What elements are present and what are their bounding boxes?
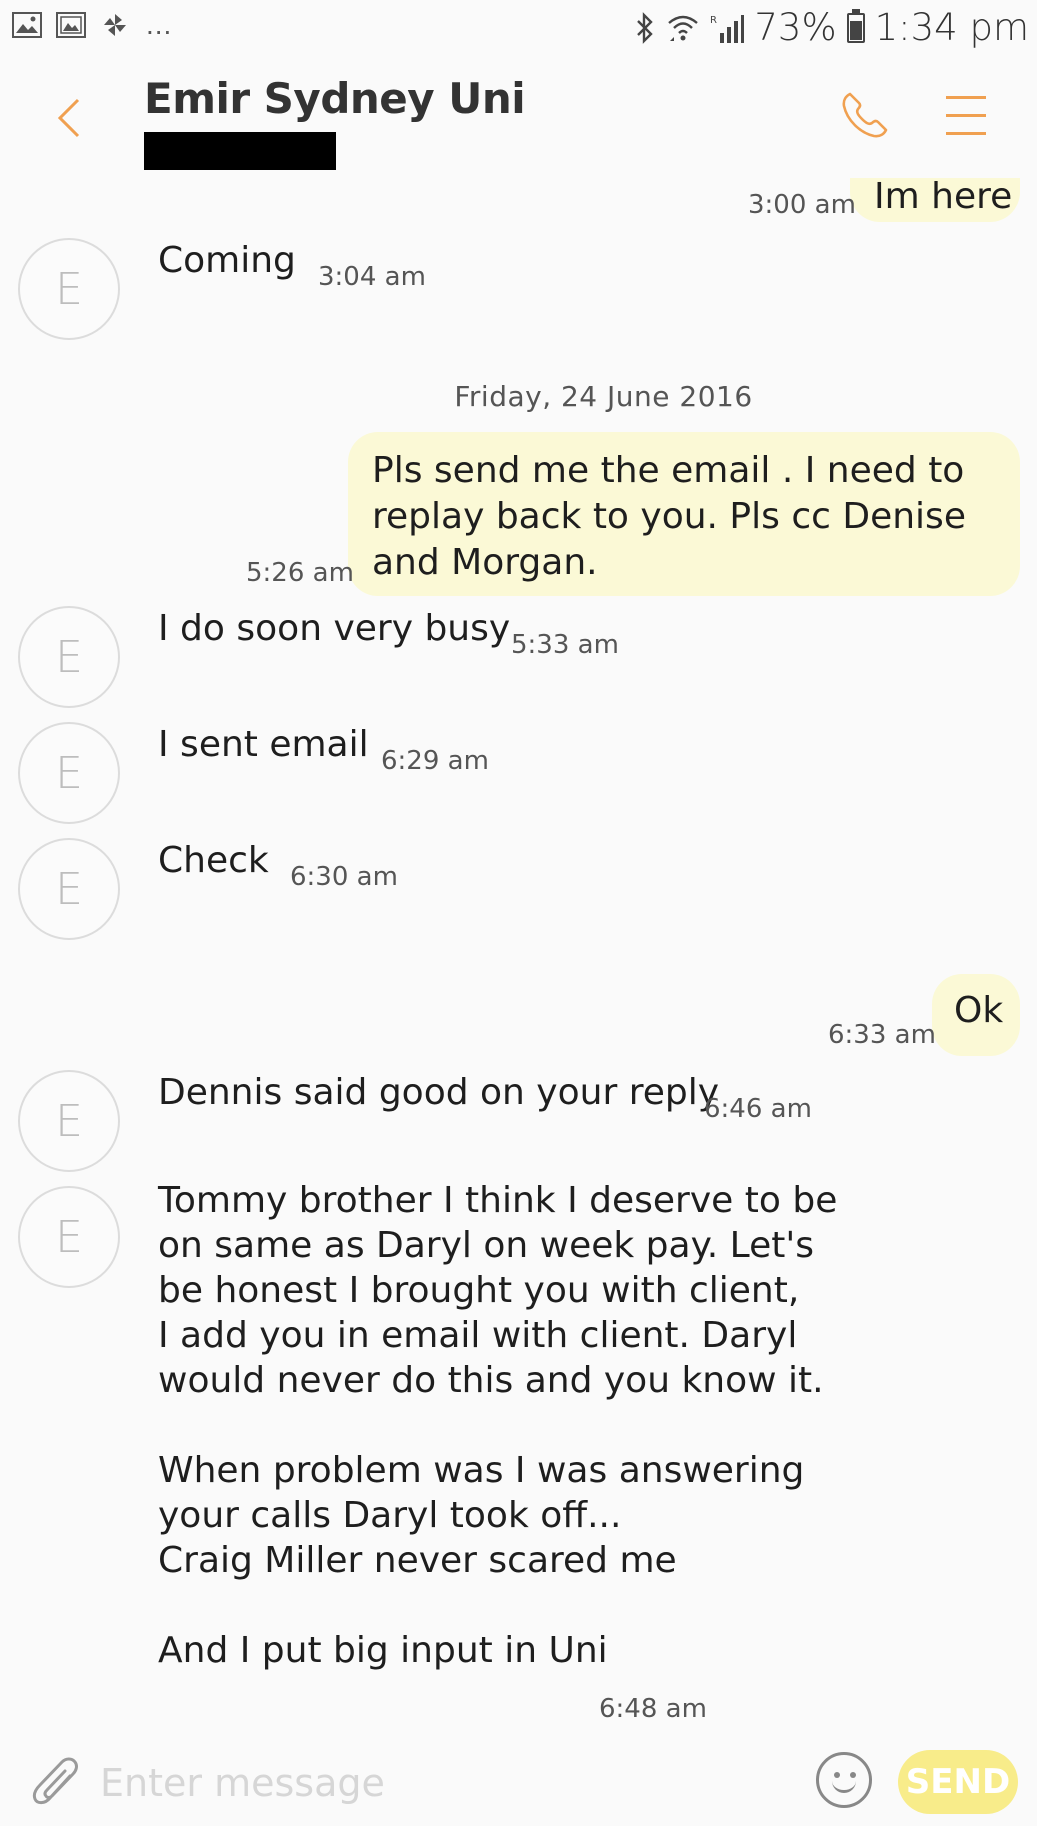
contact-avatar[interactable]: E	[18, 238, 120, 340]
message-time: 3:00 am	[748, 190, 856, 220]
conversation-header: Emir Sydney Uni	[0, 58, 1037, 178]
emoji-icon[interactable]	[816, 1752, 872, 1808]
gallery-icon	[12, 12, 42, 38]
contact-avatar[interactable]: E	[18, 1186, 120, 1288]
incoming-message: Check	[158, 840, 269, 881]
message-time: 5:33 am	[511, 630, 619, 660]
incoming-message: Coming	[158, 240, 296, 281]
svg-text:R: R	[710, 15, 717, 26]
message-text: Im here	[874, 178, 1013, 217]
pinwheel-icon	[104, 14, 126, 36]
back-chevron-icon[interactable]	[52, 96, 86, 140]
send-button[interactable]: SEND	[898, 1750, 1018, 1814]
message-time: 5:26 am	[246, 558, 354, 588]
incoming-message: Dennis said good on your reply	[158, 1072, 720, 1113]
message-input[interactable]	[100, 1754, 800, 1812]
menu-icon[interactable]	[946, 94, 986, 138]
signal-icon: R	[710, 14, 745, 43]
message-time: 6:48 am	[599, 1694, 707, 1724]
message-text-line: and Morgan.	[372, 542, 598, 583]
message-text-line: replay back to you. Pls cc Denise	[372, 496, 966, 537]
incoming-message: I do soon very busy	[158, 608, 511, 649]
contact-avatar[interactable]: E	[18, 838, 120, 940]
outgoing-message: Ok	[932, 974, 1020, 1056]
date-separator: Friday, 24 June 2016	[454, 380, 753, 413]
message-time: 6:29 am	[381, 746, 489, 776]
contact-name: Emir Sydney Uni	[144, 74, 526, 123]
outgoing-message: Pls send me the email . I need to replay…	[348, 432, 1020, 596]
wifi-icon	[668, 15, 699, 41]
message-time: 6:33 am	[828, 1020, 936, 1050]
phone-icon[interactable]	[838, 88, 892, 142]
contact-avatar[interactable]: E	[18, 606, 120, 708]
message-thread[interactable]: Im here 3:00 am E Coming 3:04 am Friday,…	[0, 178, 1037, 1738]
photo-icon	[56, 12, 86, 38]
contact-avatar[interactable]: E	[18, 722, 120, 824]
incoming-message: Tommy brother I think I deserve to be on…	[158, 1180, 838, 1671]
battery-icon	[846, 8, 865, 43]
more-notifications: ...	[146, 9, 173, 40]
message-time: 6:46 am	[704, 1094, 812, 1124]
incoming-message: I sent email	[158, 724, 369, 765]
contact-avatar[interactable]: E	[18, 1070, 120, 1172]
message-time: 3:04 am	[318, 262, 426, 292]
outgoing-message: Im here	[850, 178, 1020, 222]
paperclip-icon[interactable]	[30, 1754, 82, 1812]
status-bar-system: R 73% 1:34 pm	[634, 6, 1029, 49]
battery-percent: 73%	[754, 6, 837, 49]
redacted-phone-number	[144, 132, 336, 170]
clock: 1:34 pm	[874, 6, 1029, 49]
message-text: Ok	[954, 990, 1004, 1031]
bluetooth-icon	[637, 11, 654, 44]
status-bar-notifications: ...	[12, 9, 173, 40]
status-bar: ... R 73% 1:34 pm	[0, 0, 1037, 58]
message-text-line: Pls send me the email . I need to	[372, 450, 965, 491]
message-input-bar: SEND	[0, 1738, 1037, 1826]
message-time: 6:30 am	[290, 862, 398, 892]
